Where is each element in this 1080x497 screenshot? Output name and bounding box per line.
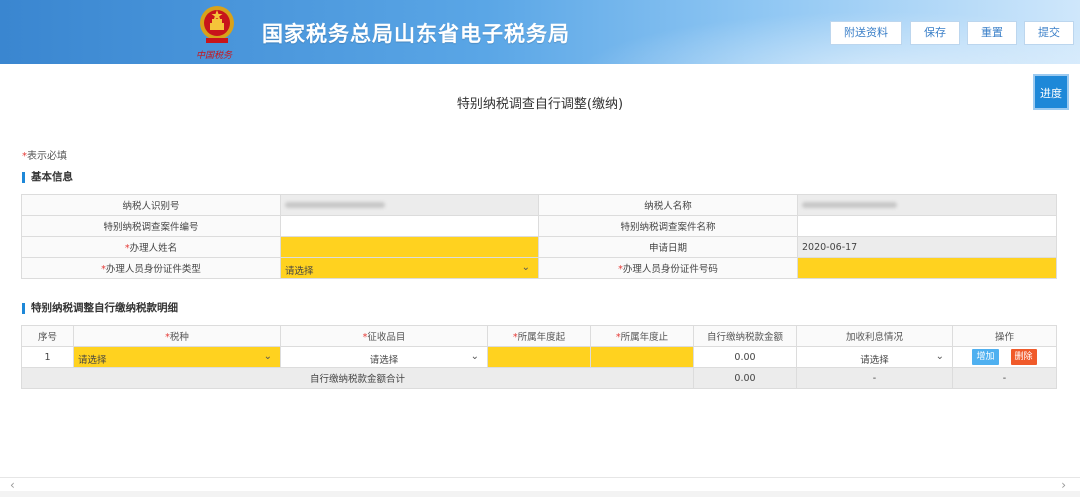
required-note-text: 表示必填	[27, 151, 67, 162]
tax-type-select[interactable]: 请选择 ⌄	[73, 346, 281, 368]
site-header: 中国税务 国家税务总局山东省电子税务局 附送资料 保存 重置 提交	[0, 0, 1080, 64]
interest-select-value: 请选择	[860, 355, 889, 366]
delete-row-button[interactable]: 删除	[1010, 349, 1037, 365]
col-ops: 操作	[952, 325, 1057, 347]
row-seq: 1	[21, 346, 74, 368]
page-title: 特别纳税调查自行调整(缴纳)	[456, 97, 624, 112]
id-number-label: *办理人员身份证件号码	[538, 257, 798, 279]
add-row-button[interactable]: 增加	[972, 349, 999, 365]
attach-documents-button[interactable]: 附送资料	[830, 21, 902, 45]
required-note: *表示必填	[22, 147, 67, 162]
amount-value: 0.00	[693, 346, 797, 368]
item-select-value: 请选择	[369, 355, 399, 366]
table-row: *办理人员身份证件类型 请选择 ⌄ *办理人员身份证件号码	[21, 257, 1057, 279]
id-type-select[interactable]: 请选择 ⌄	[280, 257, 539, 279]
submit-button[interactable]: 提交	[1024, 21, 1074, 45]
taxpayer-name-label: 纳税人名称	[538, 194, 798, 216]
sum-amount: 0.00	[693, 367, 797, 389]
col-year-end: *所属年度止	[590, 325, 694, 347]
taxpayer-id-value	[280, 194, 539, 216]
apply-date-label: 申请日期	[538, 236, 798, 258]
chevron-down-icon: ⌄	[263, 351, 272, 362]
chevron-down-icon: ⌄	[470, 351, 479, 362]
case-number-value	[280, 215, 539, 237]
item-select[interactable]: 请选择 ⌄	[280, 346, 488, 368]
apply-date-value: 2020-06-17	[797, 236, 1057, 258]
year-start-input[interactable]	[487, 346, 591, 368]
handler-name-input[interactable]	[280, 236, 539, 258]
taxpayer-name-value	[797, 194, 1057, 216]
col-item: *征收品目	[280, 325, 488, 347]
id-type-select-value: 请选择	[285, 266, 314, 277]
reset-button[interactable]: 重置	[967, 21, 1017, 45]
basic-info-section-title: 基本信息	[22, 172, 73, 183]
table-row: 特别纳税调查案件编号 特别纳税调查案件名称	[21, 215, 1057, 237]
table-row: 1 请选择 ⌄ 请选择 ⌄ 0.00 请选择 ⌄ 增加 删除	[21, 346, 1057, 368]
case-name-value	[797, 215, 1057, 237]
table-row: *办理人姓名 申请日期 2020-06-17	[21, 236, 1057, 258]
detail-section-title: 特别纳税调整自行缴纳税款明细	[22, 303, 178, 314]
handler-name-label: *办理人姓名	[21, 236, 281, 258]
chevron-down-icon: ⌄	[935, 351, 944, 362]
scroll-left-icon[interactable]: ‹	[10, 478, 15, 492]
sum-ops: -	[952, 367, 1057, 389]
scroll-right-icon[interactable]: ›	[1061, 478, 1066, 492]
col-interest: 加收利息情况	[796, 325, 953, 347]
case-number-label: 特别纳税调查案件编号	[21, 215, 281, 237]
id-number-input[interactable]	[797, 257, 1057, 279]
tax-type-select-value: 请选择	[78, 355, 107, 366]
row-ops: 增加 删除	[952, 346, 1057, 368]
sum-label: 自行缴纳税款金额合计	[21, 367, 694, 389]
national-emblem-icon	[200, 6, 234, 43]
redacted-text	[802, 202, 897, 208]
basic-info-table: 纳税人识别号 纳税人名称 特别纳税调查案件编号 特别纳税调查案件名称 *办理人姓…	[21, 194, 1057, 279]
col-year-start: *所属年度起	[487, 325, 591, 347]
site-title: 国家税务总局山东省电子税务局	[262, 22, 570, 46]
tax-detail-table: 序号 *税种 *征收品目 *所属年度起 *所属年度止 自行缴纳税款金额 加收利息…	[21, 325, 1057, 389]
chevron-down-icon: ⌄	[521, 262, 530, 273]
id-type-label: *办理人员身份证件类型	[21, 257, 281, 279]
redacted-text	[285, 202, 385, 208]
case-name-label: 特别纳税调查案件名称	[538, 215, 798, 237]
sum-interest: -	[796, 367, 953, 389]
window-bottom-edge	[0, 491, 1080, 497]
save-button[interactable]: 保存	[910, 21, 960, 45]
col-seq: 序号	[21, 325, 74, 347]
interest-select[interactable]: 请选择 ⌄	[796, 346, 953, 368]
col-amount: 自行缴纳税款金额	[693, 325, 797, 347]
col-tax-type: *税种	[73, 325, 281, 347]
sum-row: 自行缴纳税款金额合计 0.00 - -	[21, 367, 1057, 389]
table-row: 纳税人识别号 纳税人名称	[21, 194, 1057, 216]
emblem-caption: 中国税务	[196, 51, 233, 61]
taxpayer-id-label: 纳税人识别号	[21, 194, 281, 216]
table-header-row: 序号 *税种 *征收品目 *所属年度起 *所属年度止 自行缴纳税款金额 加收利息…	[21, 325, 1057, 347]
horizontal-scrollbar[interactable]: ‹ ›	[0, 477, 1080, 492]
progress-button[interactable]: 进度	[1033, 74, 1069, 110]
year-end-input[interactable]	[590, 346, 694, 368]
